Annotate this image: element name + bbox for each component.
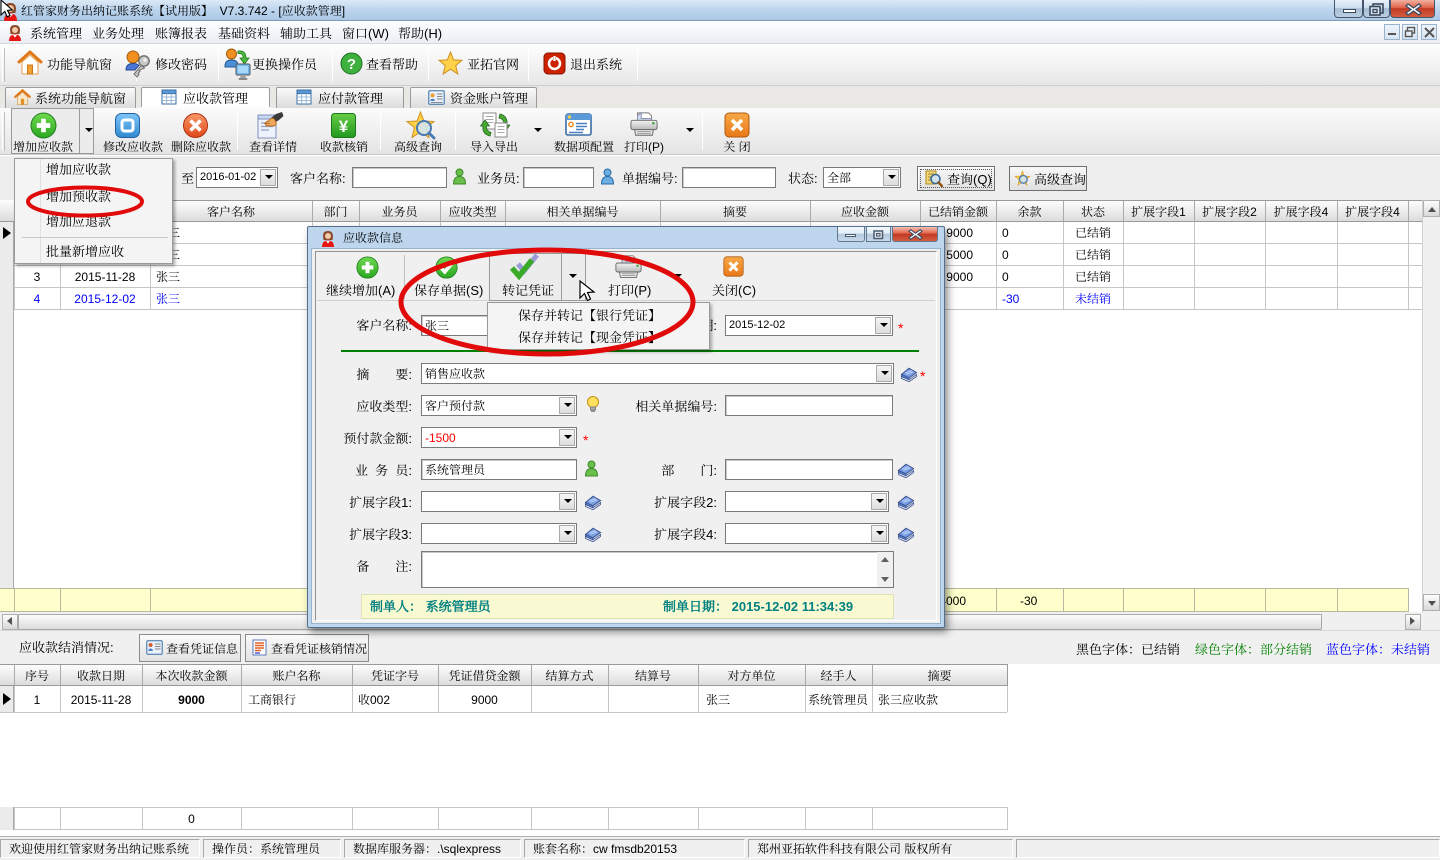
- svg-text:¥: ¥: [339, 117, 349, 136]
- svg-text:?: ?: [347, 56, 356, 73]
